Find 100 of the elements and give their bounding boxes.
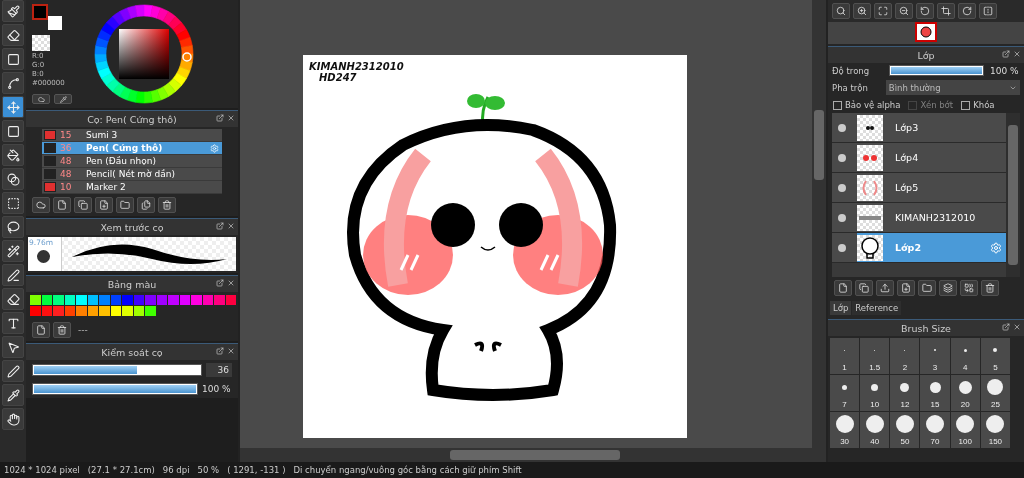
canvas-paper[interactable]: KIMANH2312010 HD247: [303, 55, 687, 438]
brush-size-option[interactable]: 3: [920, 338, 950, 374]
panel-tab[interactable]: Lớp: [830, 301, 852, 315]
new-color-button[interactable]: [32, 322, 50, 338]
palette-swatch[interactable]: [145, 306, 156, 316]
palette-swatch[interactable]: [122, 306, 133, 316]
visibility-dot[interactable]: [838, 243, 846, 252]
transparent-swatch[interactable]: [32, 35, 50, 51]
layer-row[interactable]: Lớp5: [832, 173, 1006, 203]
delete-layer-button[interactable]: [981, 280, 999, 296]
close-icon[interactable]: [227, 222, 235, 230]
rotate-left-button[interactable]: [916, 3, 934, 19]
visibility-dot[interactable]: [838, 183, 846, 192]
copy-button[interactable]: [137, 197, 155, 213]
new-brush-button[interactable]: [53, 197, 71, 213]
palette-swatch[interactable]: [76, 306, 87, 316]
palette-swatch[interactable]: [191, 295, 202, 305]
layer-item[interactable]: KIMANH2312010: [857, 203, 1006, 232]
brush-tool-button[interactable]: [2, 0, 24, 22]
crop-button[interactable]: [937, 3, 955, 19]
checkbox[interactable]: [961, 100, 971, 110]
palette-swatch[interactable]: [110, 295, 121, 305]
magic-wand-tool-button[interactable]: [2, 240, 24, 262]
brush-list-item[interactable]: 48 Pencil( Nét mờ dần): [42, 168, 222, 181]
gradient-tool-button[interactable]: [2, 168, 24, 190]
zoom-in-button[interactable]: [853, 3, 871, 19]
duplicate-layer-button[interactable]: [939, 280, 957, 296]
add-layer-button[interactable]: [897, 280, 915, 296]
brush-size-option[interactable]: 50: [890, 412, 920, 448]
palette-swatch[interactable]: [87, 295, 98, 305]
palette-swatch[interactable]: [202, 295, 213, 305]
brush-size-value[interactable]: 36: [206, 363, 232, 377]
cloud-button[interactable]: [32, 197, 50, 213]
palette-swatch[interactable]: [64, 295, 75, 305]
select-eraser-tool-button[interactable]: [2, 288, 24, 310]
layer-row[interactable]: KIMANH2312010: [832, 203, 1006, 233]
palette-swatch[interactable]: [41, 306, 52, 316]
palette-swatch[interactable]: [122, 295, 133, 305]
brush-size-slider[interactable]: [32, 364, 202, 376]
merge-layer-button[interactable]: [960, 280, 978, 296]
brush-size-option[interactable]: 5: [980, 338, 1010, 374]
color-wheel[interactable]: [94, 4, 194, 104]
color-mode-button[interactable]: [32, 94, 50, 104]
layer-item[interactable]: Lớp5: [857, 173, 1006, 202]
copy-layer-button[interactable]: [855, 280, 873, 296]
brush-size-option[interactable]: 150: [980, 412, 1010, 448]
zoom-fit-button[interactable]: [832, 3, 850, 19]
delete-button[interactable]: [158, 197, 176, 213]
visibility-dot[interactable]: [838, 213, 846, 222]
eyedropper-tool-button[interactable]: [2, 384, 24, 406]
brush-size-option[interactable]: 1.5: [860, 338, 890, 374]
brush-size-option[interactable]: 30: [830, 412, 860, 448]
pen-tool-button[interactable]: [2, 360, 24, 382]
brush-list-item[interactable]: 15 Sumi 3: [42, 129, 222, 142]
brush-size-option[interactable]: 100: [950, 412, 980, 448]
flip-button[interactable]: [979, 3, 997, 19]
close-icon[interactable]: [227, 347, 235, 355]
folder-button[interactable]: [918, 280, 936, 296]
layer-scrollbar[interactable]: [1006, 113, 1020, 277]
palette-swatch[interactable]: [30, 295, 41, 305]
background-color-swatch[interactable]: [48, 16, 62, 30]
select-pen-tool-button[interactable]: [2, 264, 24, 286]
brush-size-option[interactable]: 2: [890, 338, 920, 374]
brush-size-option[interactable]: 1: [830, 338, 860, 374]
brush-list-item[interactable]: 10 Marker 2: [42, 181, 222, 194]
brush-size-option[interactable]: 4: [950, 338, 980, 374]
palette-swatch[interactable]: [179, 295, 190, 305]
foreground-color-swatch[interactable]: [32, 4, 48, 20]
palette-swatch[interactable]: [87, 306, 98, 316]
palette-swatch[interactable]: [53, 306, 64, 316]
palette-swatch[interactable]: [145, 295, 156, 305]
folder-button[interactable]: [116, 197, 134, 213]
close-icon[interactable]: [1013, 50, 1021, 58]
panel-tab[interactable]: Reference: [852, 301, 902, 315]
brush-size-option[interactable]: 15: [920, 375, 950, 411]
palette-swatch[interactable]: [156, 295, 167, 305]
close-icon[interactable]: [227, 114, 235, 122]
undock-icon[interactable]: [1002, 50, 1010, 58]
undock-icon[interactable]: [216, 114, 224, 122]
layer-row[interactable]: Lớp3: [832, 113, 1006, 143]
layer-item[interactable]: Lớp4: [857, 143, 1006, 172]
fill-square-tool-button[interactable]: [2, 120, 24, 142]
eraser-tool-button[interactable]: [2, 24, 24, 46]
layer-item[interactable]: Lớp3: [857, 113, 1006, 142]
palette-swatch[interactable]: [30, 306, 41, 316]
palette-swatch[interactable]: [214, 295, 225, 305]
settings-icon[interactable]: [990, 241, 1002, 254]
brush-size-option[interactable]: 20: [950, 375, 980, 411]
palette-swatch[interactable]: [99, 295, 110, 305]
brush-list-item[interactable]: 48 Pen (Đầu nhọn): [42, 155, 222, 168]
new-layer-button[interactable]: [834, 280, 852, 296]
horizontal-scrollbar[interactable]: [240, 448, 826, 462]
palette-swatch[interactable]: [76, 295, 87, 305]
operation-tool-button[interactable]: [2, 336, 24, 358]
palette-swatch[interactable]: [41, 295, 52, 305]
add-brush-button[interactable]: [95, 197, 113, 213]
rotate-right-button[interactable]: [958, 3, 976, 19]
close-icon[interactable]: [227, 279, 235, 287]
import-layer-button[interactable]: [876, 280, 894, 296]
visibility-dot[interactable]: [838, 153, 846, 162]
